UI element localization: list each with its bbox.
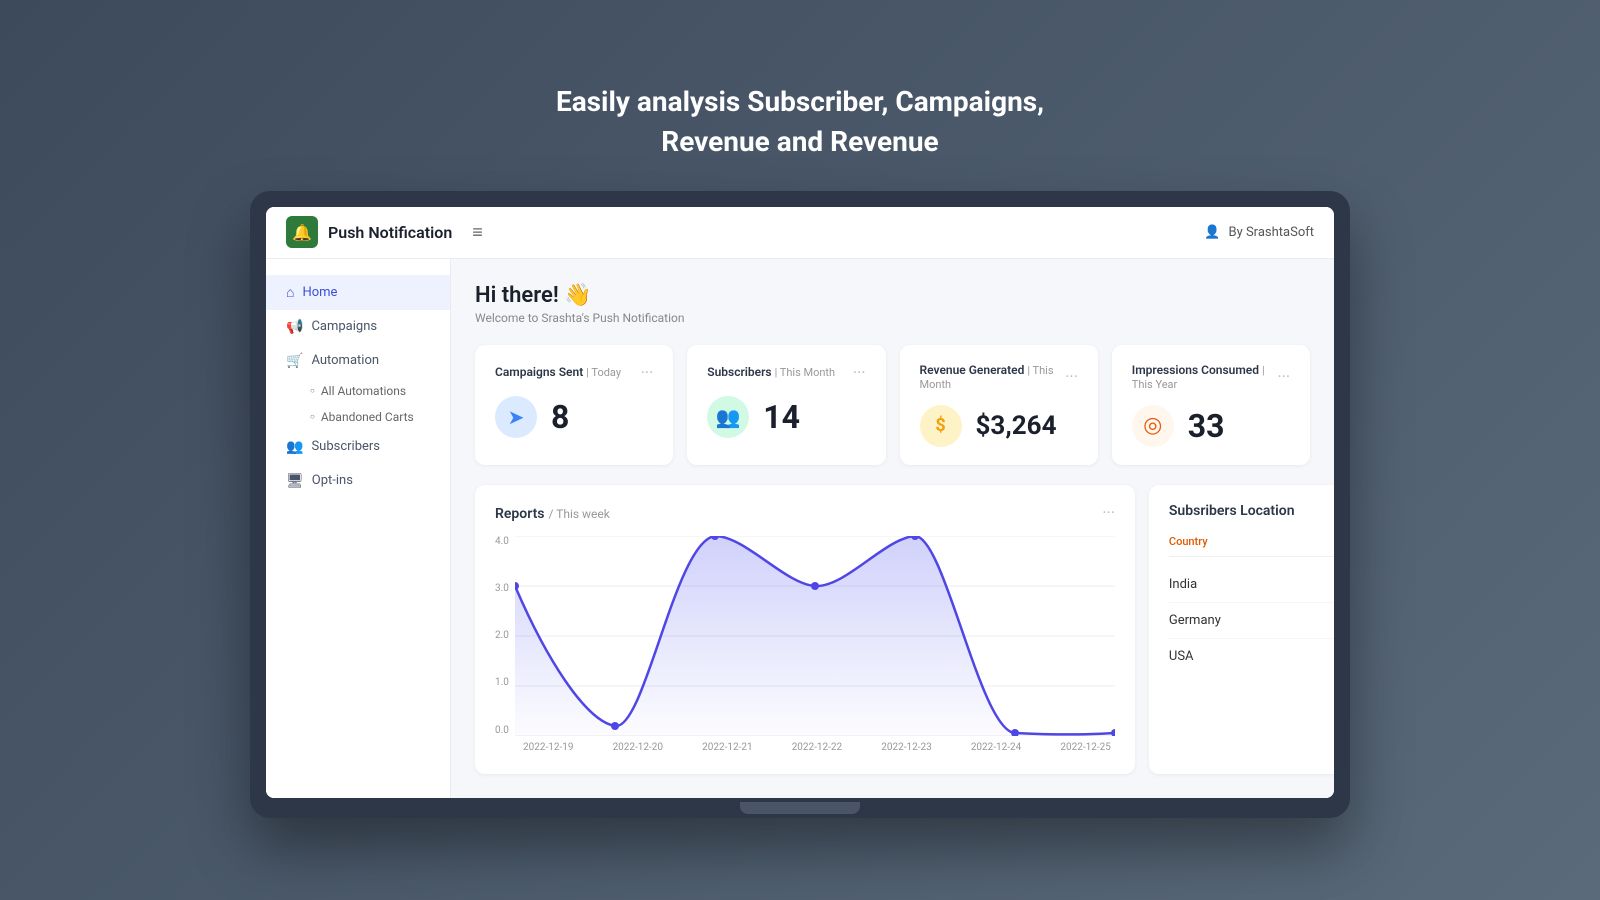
- abandoned-carts-label: Abandoned Carts: [321, 410, 414, 424]
- hamburger-icon[interactable]: ≡: [472, 222, 483, 243]
- greeting-subtitle: Welcome to Srashta's Push Notification: [475, 311, 1310, 325]
- impressions-icon-circle: ◎: [1132, 405, 1174, 447]
- stat-card-subscribers: Subscribers | This Month ··· 👥 14: [687, 345, 885, 465]
- sidebar-item-label: Home: [302, 285, 337, 300]
- app-body: ⌂ Home 📢 Campaigns 🛒 Automation All Auto…: [266, 259, 1334, 798]
- logo-icon: 🔔: [286, 216, 318, 248]
- stat-dots-subscribers[interactable]: ···: [853, 363, 866, 382]
- campaigns-icon: 📢: [286, 319, 303, 335]
- greeting: Hi there! 👋 Welcome to Srashta's Push No…: [475, 283, 1310, 325]
- sidebar-sub-abandoned-carts[interactable]: Abandoned Carts: [266, 404, 450, 430]
- stat-card-campaigns: Campaigns Sent | Today ··· ➤ 8: [475, 345, 673, 465]
- y-label-2: 2.0: [495, 630, 509, 641]
- stat-card-revenue: Revenue Generated | This Month ··· $ $3,…: [900, 345, 1098, 465]
- chart-svg: [515, 536, 1115, 736]
- x-label-5: 2022-12-24: [971, 742, 1022, 753]
- subscribers-icon-circle: 👥: [707, 396, 749, 438]
- stat-period-campaigns: | Today: [586, 366, 621, 379]
- sidebar-item-label: Opt-ins: [312, 473, 353, 488]
- stat-dots-impressions[interactable]: ···: [1277, 367, 1290, 386]
- greeting-text: Hi there! 👋: [475, 283, 1310, 308]
- country-usa: USA: [1169, 649, 1194, 664]
- x-label-4: 2022-12-23: [881, 742, 932, 753]
- sidebar-sub-all-automations[interactable]: All Automations: [266, 378, 450, 404]
- header-right: 👤 By SrashtaSoft: [1204, 225, 1314, 240]
- y-label-4: 4.0: [495, 536, 509, 547]
- sidebar-item-campaigns[interactable]: 📢 Campaigns: [266, 310, 450, 344]
- chart-dots[interactable]: ···: [1102, 503, 1115, 522]
- logo-text: Push Notification: [328, 223, 452, 242]
- location-title: Subsribers Location: [1169, 503, 1334, 519]
- x-label-3: 2022-12-22: [792, 742, 843, 753]
- all-automations-label: All Automations: [321, 384, 406, 398]
- sidebar: ⌂ Home 📢 Campaigns 🛒 Automation All Auto…: [266, 259, 451, 798]
- y-label-0: 0.0: [495, 725, 509, 736]
- chart-period: / This week: [548, 507, 609, 521]
- main-content: Hi there! 👋 Welcome to Srashta's Push No…: [451, 259, 1334, 798]
- sidebar-item-optins[interactable]: 🖥 Opt-ins: [266, 464, 450, 498]
- location-col-country: Country: [1169, 535, 1208, 548]
- location-row-germany: Germany 1: [1169, 603, 1334, 639]
- sidebar-item-automation[interactable]: 🛒 Automation: [266, 344, 450, 378]
- y-label-1: 1.0: [495, 677, 509, 688]
- stat-card-impressions: Impressions Consumed | This Year ··· ◎ 3…: [1112, 345, 1310, 465]
- stat-period-subscribers: | This Month: [775, 366, 836, 379]
- campaigns-value: 8: [551, 398, 569, 436]
- laptop-base: [266, 798, 1334, 818]
- sidebar-item-subscribers[interactable]: 👥 Subscribers: [266, 430, 450, 464]
- user-label: By SrashtaSoft: [1228, 225, 1314, 240]
- chart-card: Reports / This week ··· 4.0 3.0: [475, 485, 1135, 774]
- y-label-3: 3.0: [495, 583, 509, 594]
- automation-icon: 🛒: [286, 353, 303, 369]
- stat-label-subscribers: Subscribers: [707, 365, 771, 379]
- logo-area: 🔔 Push Notification: [286, 216, 452, 248]
- laptop-notch: [740, 802, 860, 814]
- x-label-0: 2022-12-19: [523, 742, 574, 753]
- x-label-1: 2022-12-20: [613, 742, 664, 753]
- sidebar-item-label: Subscribers: [311, 439, 380, 454]
- impressions-value: 33: [1188, 407, 1225, 445]
- revenue-icon-circle: $: [920, 405, 962, 447]
- bottom-section: Reports / This week ··· 4.0 3.0: [475, 485, 1310, 774]
- optins-icon: 🖥: [286, 473, 304, 489]
- home-icon: ⌂: [286, 284, 294, 301]
- country-india: India: [1169, 577, 1197, 592]
- subscribers-icon: 👥: [286, 439, 303, 455]
- stat-label-campaigns: Campaigns Sent: [495, 365, 583, 379]
- chart-title: Reports: [495, 506, 545, 522]
- app-header: 🔔 Push Notification ≡ 👤 By SrashtaSoft: [266, 207, 1334, 259]
- stat-label-impressions: Impressions Consumed: [1132, 363, 1259, 377]
- location-card: Subsribers Location Country Subcriber In…: [1149, 485, 1334, 774]
- location-row-usa: USA 1: [1169, 639, 1334, 674]
- x-label-6: 2022-12-25: [1060, 742, 1111, 753]
- campaigns-icon-circle: ➤: [495, 396, 537, 438]
- stat-dots-revenue[interactable]: ···: [1065, 367, 1078, 386]
- laptop-outer: 🔔 Push Notification ≡ 👤 By SrashtaSoft ⌂…: [250, 191, 1350, 818]
- user-icon: 👤: [1204, 225, 1220, 240]
- stat-label-revenue: Revenue Generated: [920, 363, 1025, 377]
- subscribers-value: 14: [763, 398, 800, 436]
- laptop-screen: 🔔 Push Notification ≡ 👤 By SrashtaSoft ⌂…: [266, 207, 1334, 798]
- revenue-value: $3,264: [976, 411, 1057, 441]
- sidebar-item-label: Campaigns: [311, 319, 377, 334]
- x-label-2: 2022-12-21: [702, 742, 753, 753]
- country-germany: Germany: [1169, 613, 1221, 628]
- stats-grid: Campaigns Sent | Today ··· ➤ 8: [475, 345, 1310, 465]
- stat-dots-campaigns[interactable]: ···: [641, 363, 654, 382]
- page-title: Easily analysis Subscriber, Campaigns, R…: [556, 82, 1044, 160]
- sidebar-item-label: Automation: [311, 353, 379, 368]
- sidebar-item-home[interactable]: ⌂ Home: [266, 275, 450, 310]
- location-row-india: India 12: [1169, 567, 1334, 603]
